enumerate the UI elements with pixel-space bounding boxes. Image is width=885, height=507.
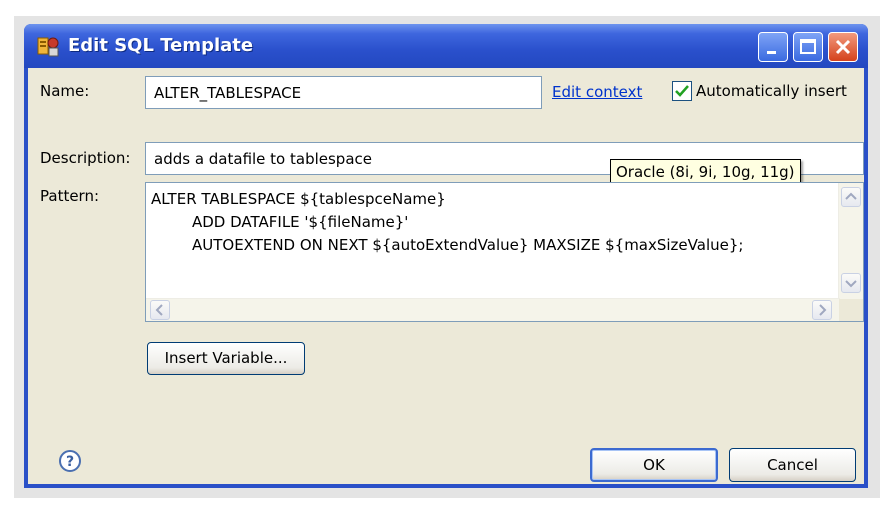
auto-insert-checkbox[interactable]	[672, 81, 692, 101]
ok-button[interactable]: OK	[590, 448, 718, 482]
chevron-up-icon	[845, 192, 857, 200]
auto-insert-label: Automatically insert	[696, 82, 847, 100]
pattern-line: ADD DATAFILE '${fileName}'	[192, 213, 409, 231]
name-label: Name:	[40, 82, 90, 100]
help-icon[interactable]: ?	[58, 449, 82, 473]
name-input[interactable]: ALTER_TABLESPACE	[145, 76, 542, 109]
pattern-line: AUTOEXTEND ON NEXT ${autoExtendValue} MA…	[192, 236, 744, 254]
insert-variable-button[interactable]: Insert Variable...	[147, 342, 305, 375]
scroll-up-button[interactable]	[841, 187, 861, 207]
chevron-right-icon	[819, 304, 827, 316]
maximize-icon	[800, 39, 816, 54]
chevron-down-icon	[845, 280, 857, 288]
minimize-icon	[767, 51, 776, 54]
close-button[interactable]	[828, 32, 858, 62]
dialog-body: Name: ALTER_TABLESPACE Edit context Auto…	[28, 68, 864, 484]
pattern-label: Pattern:	[40, 187, 100, 205]
edit-context-link[interactable]: Edit context	[552, 83, 642, 101]
pattern-line: ALTER TABLESPACE ${tablespceName}	[151, 190, 446, 208]
title-bar[interactable]: Edit SQL Template	[24, 24, 868, 68]
scroll-down-button[interactable]	[841, 273, 861, 293]
minimize-button[interactable]	[758, 32, 788, 62]
dialog-window: Edit SQL Template Name: ALTER_TABLESPACE…	[24, 24, 868, 488]
chevron-left-icon	[155, 304, 163, 316]
close-icon	[835, 39, 851, 55]
scrollbar-corner	[839, 299, 863, 321]
horizontal-scrollbar[interactable]	[146, 298, 840, 321]
vertical-scrollbar[interactable]	[838, 183, 863, 299]
maximize-button[interactable]	[793, 32, 823, 62]
sql-template-icon	[37, 37, 59, 57]
scroll-right-button[interactable]	[812, 300, 832, 320]
window-title: Edit SQL Template	[68, 35, 254, 56]
scroll-left-button[interactable]	[150, 300, 170, 320]
cancel-button[interactable]: Cancel	[729, 448, 856, 482]
checkmark-icon	[675, 85, 689, 97]
description-label: Description:	[40, 149, 131, 167]
svg-text:?: ?	[66, 454, 74, 470]
pattern-editor[interactable]: ALTER TABLESPACE ${tablespceName} ADD DA…	[145, 182, 864, 322]
